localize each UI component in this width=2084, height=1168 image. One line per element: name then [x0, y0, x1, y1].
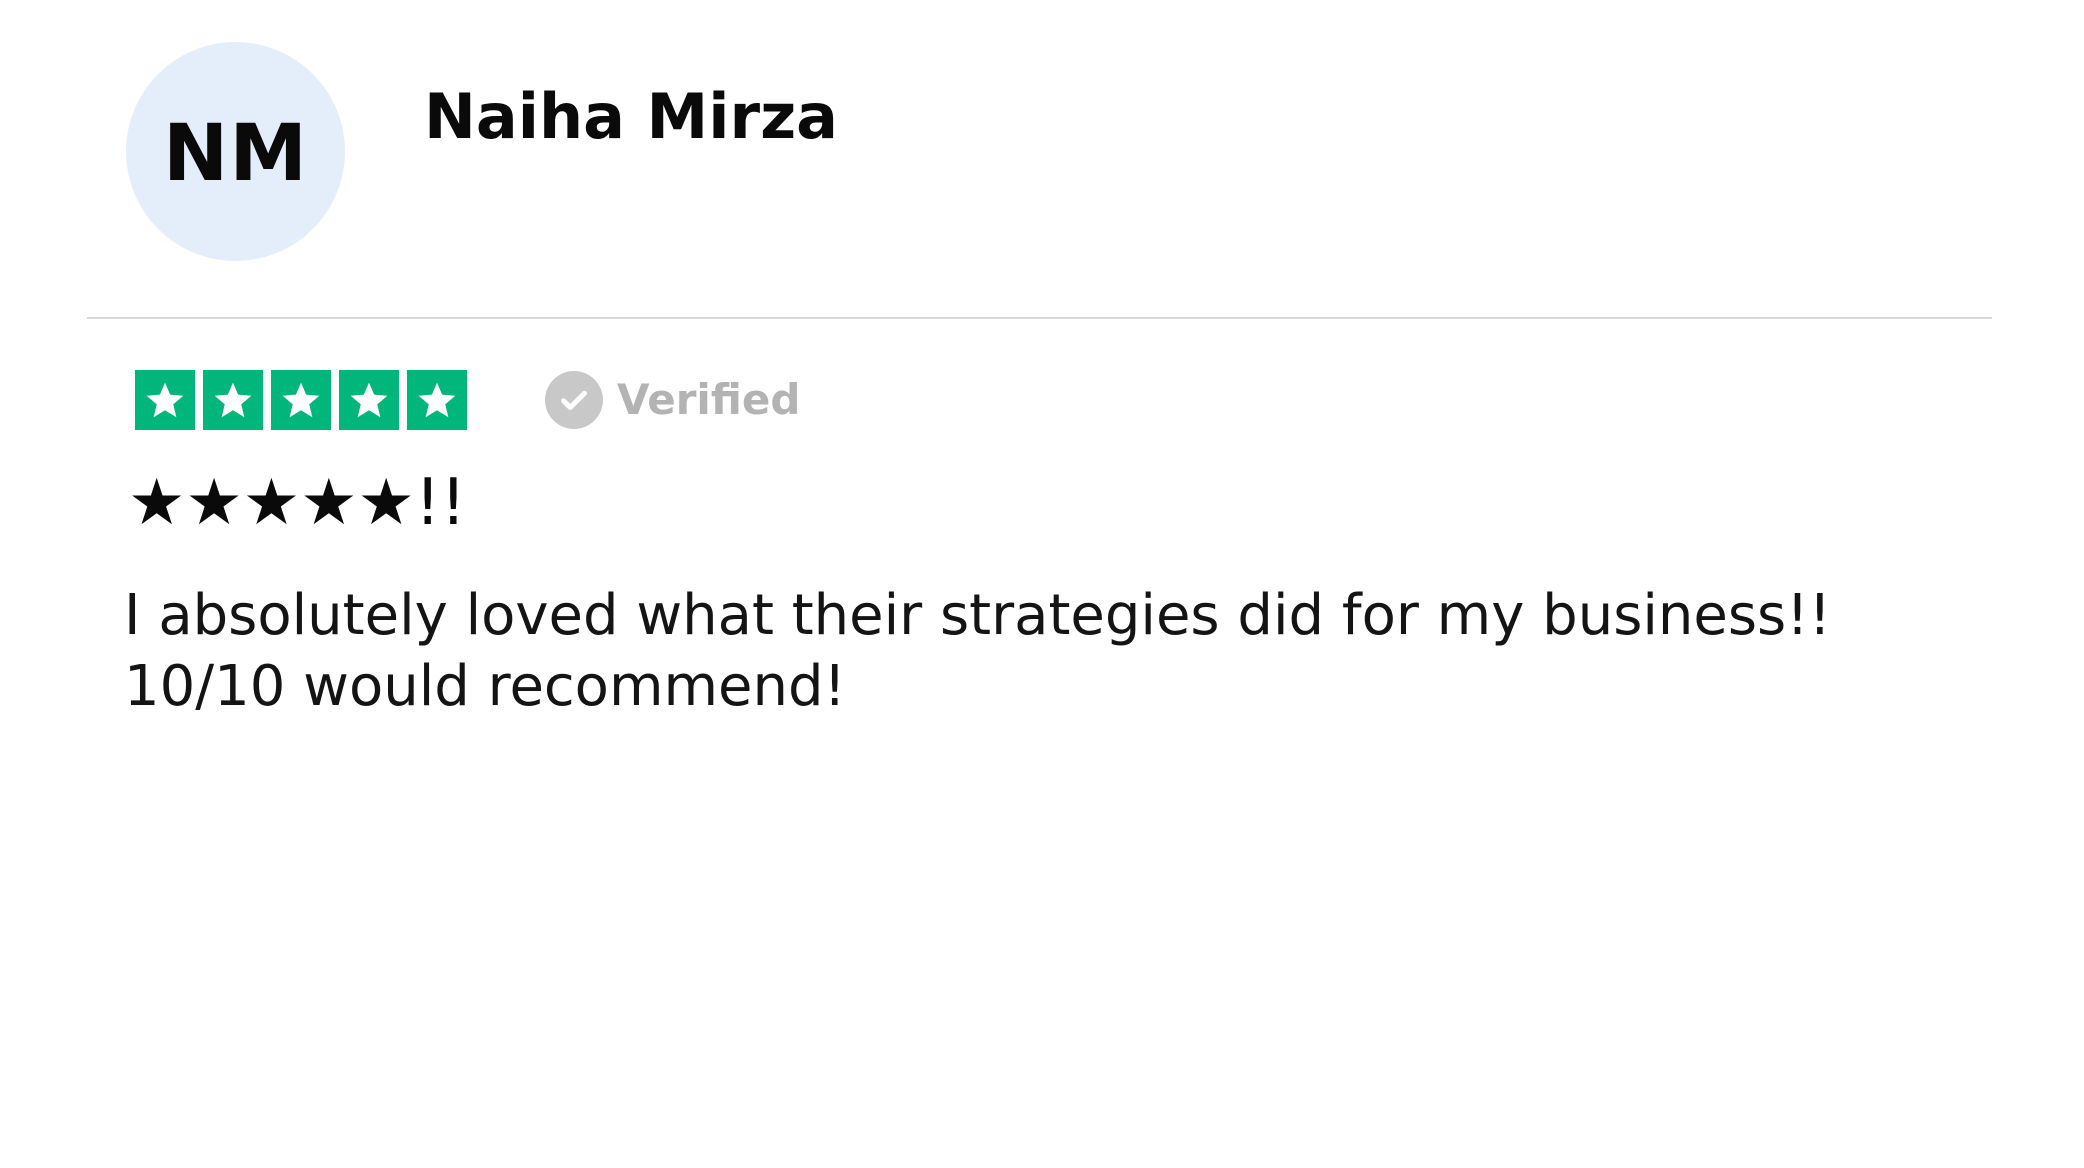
rating-star-1	[135, 370, 195, 430]
divider	[87, 317, 1992, 319]
rating-star-5	[407, 370, 467, 430]
verified-badge: Verified	[545, 371, 800, 429]
check-circle-icon	[545, 371, 603, 429]
rating-star-4	[339, 370, 399, 430]
rating-star-3	[271, 370, 331, 430]
star-icon	[418, 382, 456, 418]
star-icon	[146, 382, 184, 418]
star-icon	[350, 382, 388, 418]
review-title: ★★★★★!!	[128, 466, 467, 540]
rating-star-2	[203, 370, 263, 430]
star-rating	[135, 370, 467, 430]
verified-label: Verified	[617, 375, 801, 424]
reviewer-name[interactable]: Naiha Mirza	[424, 86, 838, 148]
star-icon	[282, 382, 320, 418]
star-icon	[214, 382, 252, 418]
review-body: I absolutely loved what their strategies…	[124, 583, 1832, 719]
avatar-initials: NM	[163, 108, 308, 199]
avatar: NM	[126, 42, 345, 261]
